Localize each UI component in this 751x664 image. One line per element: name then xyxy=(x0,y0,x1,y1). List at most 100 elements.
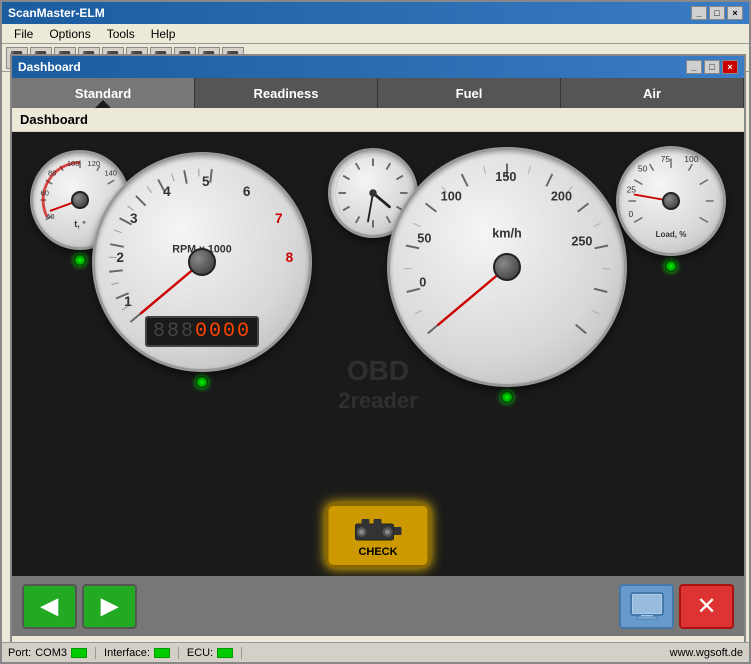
menu-tools[interactable]: Tools xyxy=(99,25,143,43)
svg-text:250: 250 xyxy=(571,235,592,249)
dashboard-close-button[interactable]: × xyxy=(722,60,738,74)
dashboard-title: Dashboard xyxy=(18,60,81,74)
menu-file[interactable]: File xyxy=(6,25,41,43)
svg-text:km/h: km/h xyxy=(492,227,522,241)
temp-gauge-knob xyxy=(71,191,89,209)
dashboard-main: OBD 2reader xyxy=(12,132,744,636)
port-section: Port: COM3 xyxy=(8,647,96,659)
engine-icon xyxy=(353,514,403,544)
check-engine-container: CHECK xyxy=(326,503,431,568)
rpm-gauge-container: 1 2 3 4 5 6 7 8 RPM x 1000 xyxy=(92,152,312,388)
app-minimize-button[interactable]: _ xyxy=(691,6,707,20)
svg-text:100: 100 xyxy=(67,159,80,168)
app-window: ScanMaster-ELM _ □ × File Options Tools … xyxy=(0,0,751,664)
svg-text:3: 3 xyxy=(130,211,138,226)
bottom-bar: ◀ ▶ ✕ xyxy=(12,576,744,636)
svg-text:4: 4 xyxy=(163,184,171,199)
ecu-led xyxy=(217,648,233,658)
interface-label: Interface: xyxy=(104,647,150,659)
svg-text:100: 100 xyxy=(684,154,698,164)
tab-readiness[interactable]: Readiness xyxy=(195,78,378,108)
menu-options[interactable]: Options xyxy=(41,25,98,43)
dashboard-window: Dashboard _ □ × Standard Readiness Fuel … xyxy=(10,54,746,644)
menu-bar: File Options Tools Help xyxy=(2,24,749,44)
rpm-led xyxy=(196,376,208,388)
svg-text:60: 60 xyxy=(41,188,49,197)
load-gauge-label: Load, % xyxy=(656,230,687,239)
dashboard-title-bar: Dashboard _ □ × xyxy=(12,56,744,78)
port-label: Port: xyxy=(8,647,31,659)
svg-text:2: 2 xyxy=(116,250,124,265)
breadcrumb: Dashboard xyxy=(12,108,744,132)
svg-text:5: 5 xyxy=(202,174,210,189)
nav-buttons-left: ◀ ▶ xyxy=(22,584,137,629)
svg-text:0: 0 xyxy=(419,276,426,290)
rpm-gauge: 1 2 3 4 5 6 7 8 RPM x 1000 xyxy=(92,152,312,372)
load-led-container xyxy=(616,260,726,272)
interface-section: Interface: xyxy=(104,647,179,659)
check-label: CHECK xyxy=(358,546,397,558)
svg-text:80: 80 xyxy=(48,169,56,178)
speed-led xyxy=(501,391,513,403)
dashboard-window-controls: _ □ × xyxy=(686,60,738,74)
temp-gauge-label: t, ° xyxy=(74,219,86,229)
svg-text:25: 25 xyxy=(627,184,637,194)
status-bar: Port: COM3 Interface: ECU: www.wgsoft.de xyxy=(2,642,749,662)
load-gauge: 0 25 50 75 100 Load, % xyxy=(616,146,726,256)
speed-gauge-knob xyxy=(493,253,521,281)
svg-text:50: 50 xyxy=(417,232,431,246)
monitor-button[interactable] xyxy=(619,584,674,629)
close-button[interactable]: ✕ xyxy=(679,584,734,629)
ecu-label: ECU: xyxy=(187,647,213,659)
dashboard-minimize-button[interactable]: _ xyxy=(686,60,702,74)
rpm-gauge-knob xyxy=(188,248,216,276)
app-title: ScanMaster-ELM xyxy=(8,6,105,20)
svg-text:40: 40 xyxy=(46,212,54,221)
svg-text:100: 100 xyxy=(441,190,462,204)
app-maximize-button[interactable]: □ xyxy=(709,6,725,20)
website-text: www.wgsoft.de xyxy=(670,647,743,659)
speed-gauge-container: 0 50 100 150 200 250 km/h xyxy=(387,147,627,403)
rpm-digital-value: 8880000 xyxy=(145,316,259,347)
tab-air[interactable]: Air xyxy=(561,78,744,108)
rpm-led-container xyxy=(92,376,312,388)
svg-text:150: 150 xyxy=(495,170,516,184)
forward-button[interactable]: ▶ xyxy=(82,584,137,629)
close-icon: ✕ xyxy=(696,592,716,621)
load-gauge-knob xyxy=(662,192,680,210)
load-gauge-container: 0 25 50 75 100 Load, % xyxy=(616,146,726,272)
rpm-digital-display: 8880000 xyxy=(145,316,259,347)
tab-standard[interactable]: Standard xyxy=(12,78,195,108)
port-led xyxy=(71,648,87,658)
svg-text:1: 1 xyxy=(124,294,132,309)
website-container: www.wgsoft.de xyxy=(250,647,743,659)
tab-bar: Standard Readiness Fuel Air xyxy=(12,78,744,108)
svg-text:6: 6 xyxy=(243,184,251,199)
temp-led xyxy=(74,254,86,266)
dashboard-restore-button[interactable]: □ xyxy=(704,60,720,74)
svg-text:50: 50 xyxy=(638,164,648,174)
svg-text:75: 75 xyxy=(661,154,671,164)
app-title-text: ScanMaster-ELM xyxy=(8,6,105,20)
speed-led-container xyxy=(387,391,627,403)
load-led xyxy=(665,260,677,272)
back-icon: ◀ xyxy=(41,593,58,619)
back-button[interactable]: ◀ xyxy=(22,584,77,629)
app-window-controls: _ □ × xyxy=(691,6,743,20)
port-value: COM3 xyxy=(35,647,67,659)
menu-help[interactable]: Help xyxy=(143,25,184,43)
app-title-bar: ScanMaster-ELM _ □ × xyxy=(2,2,749,24)
svg-text:8: 8 xyxy=(286,250,294,265)
svg-text:200: 200 xyxy=(551,190,572,204)
speed-gauge: 0 50 100 150 200 250 km/h xyxy=(387,147,627,387)
svg-text:7: 7 xyxy=(275,211,283,226)
interface-led xyxy=(154,648,170,658)
ecu-section: ECU: xyxy=(187,647,242,659)
app-close-button[interactable]: × xyxy=(727,6,743,20)
svg-text:0: 0 xyxy=(628,209,633,219)
check-engine-light: CHECK xyxy=(326,503,431,568)
forward-icon: ▶ xyxy=(101,593,118,619)
nav-buttons-right: ✕ xyxy=(619,584,734,629)
monitor-icon xyxy=(629,591,665,621)
tab-fuel[interactable]: Fuel xyxy=(378,78,561,108)
